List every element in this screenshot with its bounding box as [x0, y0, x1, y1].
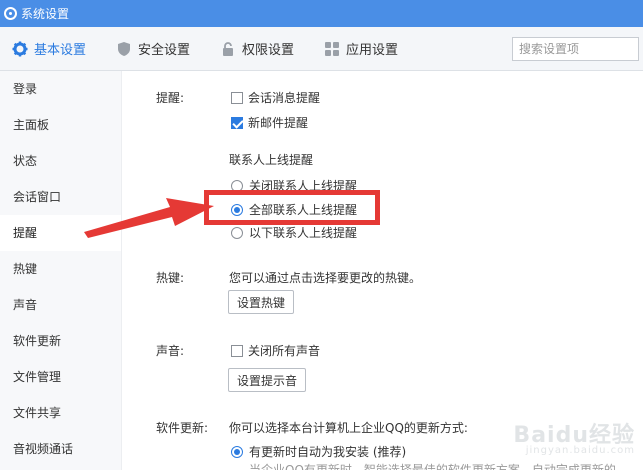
chat-message-reminder-checkbox[interactable]	[231, 91, 243, 104]
auto-install-update-label: 有更新时自动为我安装 (推荐)	[249, 445, 407, 459]
new-mail-reminder-checkbox[interactable]	[231, 116, 243, 129]
gear-icon	[12, 41, 28, 57]
mute-all-sounds-checkbox[interactable]	[231, 344, 243, 357]
chat-message-reminder-option[interactable]: 会话消息提醒	[231, 89, 320, 106]
radio-below-contact-online-label: 以下联系人上线提醒	[249, 226, 358, 240]
annotation-highlight-box	[204, 190, 380, 225]
window-title: 系统设置	[21, 7, 70, 21]
software-update-description: 你可以选择本台计算机上企业QQ的更新方式:	[229, 421, 468, 435]
settings-content: 提醒: 会话消息提醒 新邮件提醒 联系人上线提醒 关闭联系人上线提醒 全部联系人…	[123, 71, 643, 470]
tab-label: 安全设置	[138, 43, 191, 58]
new-mail-reminder-label: 新邮件提醒	[248, 116, 309, 130]
tab-label: 权限设置	[242, 43, 295, 58]
new-mail-reminder-option[interactable]: 新邮件提醒	[231, 114, 308, 131]
contact-online-title: 联系人上线提醒	[229, 153, 314, 167]
sidebar-item-reminder[interactable]: 提醒	[0, 215, 121, 251]
tab-security-settings[interactable]: 安全设置	[98, 27, 202, 71]
radio-below-contact-online[interactable]: 以下联系人上线提醒	[231, 224, 357, 241]
sidebar-item-software-update[interactable]: 软件更新	[0, 323, 121, 359]
baidu-watermark: Baidu经验 jingyan.baidu.com	[513, 417, 635, 456]
tab-label: 基本设置	[34, 43, 87, 58]
lock-icon	[220, 41, 236, 57]
reminder-label: 提醒:	[156, 91, 185, 105]
sidebar-item-file-sharing[interactable]: 文件共享	[0, 395, 121, 431]
sidebar-item-sound[interactable]: 声音	[0, 287, 121, 323]
apps-icon	[324, 41, 340, 57]
set-hotkey-button[interactable]: 设置热键	[228, 290, 295, 314]
hotkey-description: 您可以通过点击选择要更改的热键。	[229, 271, 422, 285]
title-bar: 系统设置	[0, 0, 643, 27]
mute-all-sounds-option[interactable]: 关闭所有声音	[231, 342, 320, 359]
auto-install-update-option[interactable]: 有更新时自动为我安装 (推荐)	[231, 443, 406, 460]
sidebar-item-hotkey[interactable]: 热键	[0, 251, 121, 287]
tab-app-settings[interactable]: 应用设置	[306, 27, 410, 71]
tab-basic-settings[interactable]: 基本设置	[0, 27, 98, 71]
auto-install-update-subtext: 当企业QQ有更新时，智能选择最佳的软件更新方案，自动完成更新的	[249, 463, 616, 470]
sidebar-item-chat-window[interactable]: 会话窗口	[0, 179, 121, 215]
software-update-label: 软件更新:	[156, 421, 209, 435]
sound-label: 声音:	[156, 344, 185, 358]
tab-label: 应用设置	[346, 43, 399, 58]
set-notification-sound-button[interactable]: 设置提示音	[228, 368, 307, 392]
hotkey-label: 热键:	[156, 271, 185, 285]
sidebar-item-status[interactable]: 状态	[0, 143, 121, 179]
mute-all-sounds-label: 关闭所有声音	[248, 344, 321, 358]
chat-message-reminder-label: 会话消息提醒	[248, 91, 321, 105]
sidebar: 登录 主面板 状态 会话窗口 提醒 热键 声音 软件更新 文件管理 文件共享 音…	[0, 71, 122, 470]
radio-below-contact-online-button[interactable]	[231, 226, 243, 239]
sidebar-item-av-call[interactable]: 音视频通话	[0, 431, 121, 467]
shield-icon	[116, 41, 132, 57]
app-logo-icon	[4, 7, 17, 20]
auto-install-update-radio[interactable]	[231, 445, 243, 458]
tab-permission-settings[interactable]: 权限设置	[202, 27, 306, 71]
top-tabs: 基本设置 安全设置 权限设置 应用设置	[0, 27, 643, 71]
sidebar-item-main-panel[interactable]: 主面板	[0, 107, 121, 143]
search-input[interactable]	[512, 37, 639, 61]
sidebar-item-file-management[interactable]: 文件管理	[0, 359, 121, 395]
watermark-sub: jingyan.baidu.com	[525, 445, 635, 456]
sidebar-item-login[interactable]: 登录	[0, 71, 121, 107]
